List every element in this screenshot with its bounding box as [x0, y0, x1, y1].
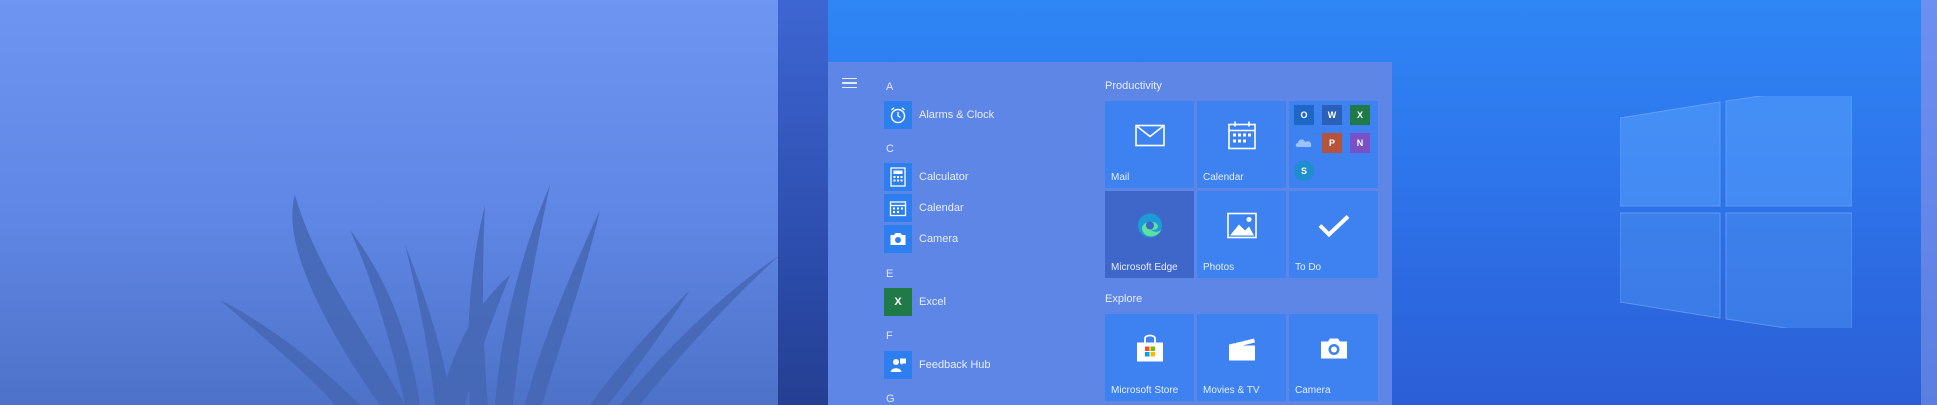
tile-label: Movies & TV	[1203, 385, 1260, 396]
start-menu-rail	[778, 0, 828, 405]
app-item-camera[interactable]: Camera	[884, 225, 1054, 253]
plant-decoration	[220, 185, 780, 405]
camera-icon	[1319, 335, 1349, 366]
feedback-hub-icon	[884, 351, 912, 379]
letter-header-f[interactable]: F	[886, 330, 893, 342]
alarm-clock-icon	[884, 101, 912, 129]
calendar-icon	[1227, 120, 1257, 155]
calendar-icon	[884, 194, 912, 222]
tile-microsoft-store[interactable]: Microsoft Store	[1105, 314, 1194, 401]
hamburger-menu-button[interactable]	[842, 78, 857, 89]
onedrive-icon	[1294, 133, 1314, 153]
tile-label: Microsoft Edge	[1111, 262, 1178, 273]
app-item-alarms-clock[interactable]: Alarms & Clock	[884, 101, 1054, 129]
app-label: Excel	[919, 296, 946, 308]
tile-camera[interactable]: Camera	[1289, 314, 1378, 401]
powerpoint-icon: P	[1322, 133, 1342, 153]
app-item-excel[interactable]: X Excel	[884, 288, 1054, 316]
mail-icon	[1134, 124, 1165, 151]
store-icon	[1135, 334, 1165, 367]
letter-header-e[interactable]: E	[886, 268, 893, 280]
tile-microsoft-edge[interactable]: Microsoft Edge	[1105, 191, 1194, 278]
app-label: Calendar	[919, 202, 964, 214]
film-clapper-icon	[1227, 335, 1257, 366]
app-label: Camera	[919, 233, 959, 245]
tile-label: To Do	[1295, 262, 1322, 273]
app-label: Alarms & Clock	[919, 109, 995, 121]
app-item-feedback-hub[interactable]: Feedback Hub	[884, 351, 1054, 379]
excel-icon: X	[884, 288, 912, 316]
app-item-calendar[interactable]: Calendar	[884, 194, 1054, 222]
tile-label: Microsoft Store	[1111, 385, 1179, 396]
app-item-calculator[interactable]: Calculator	[884, 163, 1054, 191]
group-title-explore: Explore	[1105, 293, 1143, 305]
excel-icon: X	[1350, 105, 1370, 125]
photos-icon	[1226, 212, 1257, 243]
tile-office-apps[interactable]: O W X P N S	[1289, 101, 1378, 188]
tile-to-do[interactable]: To Do	[1289, 191, 1378, 278]
app-label: Feedback Hub	[919, 359, 991, 371]
edge-icon	[1136, 211, 1164, 244]
tile-label: Mail	[1111, 172, 1130, 183]
camera-icon	[884, 225, 912, 253]
checkmark-icon	[1318, 213, 1350, 242]
group-title-productivity: Productivity	[1105, 80, 1162, 92]
tile-photos[interactable]: Photos	[1197, 191, 1286, 278]
letter-header-g[interactable]: G	[886, 393, 895, 405]
onenote-icon: N	[1350, 133, 1370, 153]
start-menu: A Alarms & Clock C Calculator Calendar C…	[828, 62, 1392, 405]
calculator-icon	[884, 163, 912, 191]
letter-header-c[interactable]: C	[886, 143, 894, 155]
tile-label: Calendar	[1203, 172, 1244, 183]
windows-logo-icon	[1620, 96, 1852, 328]
tile-calendar[interactable]: Calendar	[1197, 101, 1286, 188]
skype-icon: S	[1294, 161, 1314, 181]
app-label: Calculator	[919, 171, 969, 183]
outlook-icon: O	[1294, 105, 1314, 125]
tile-mail[interactable]: Mail	[1105, 101, 1194, 188]
tile-label: Camera	[1295, 385, 1331, 396]
window-edge	[1921, 0, 1937, 405]
tile-movies-tv[interactable]: Movies & TV	[1197, 314, 1286, 401]
word-icon: W	[1322, 105, 1342, 125]
tile-label: Photos	[1203, 262, 1235, 273]
letter-header-a[interactable]: A	[886, 81, 893, 93]
